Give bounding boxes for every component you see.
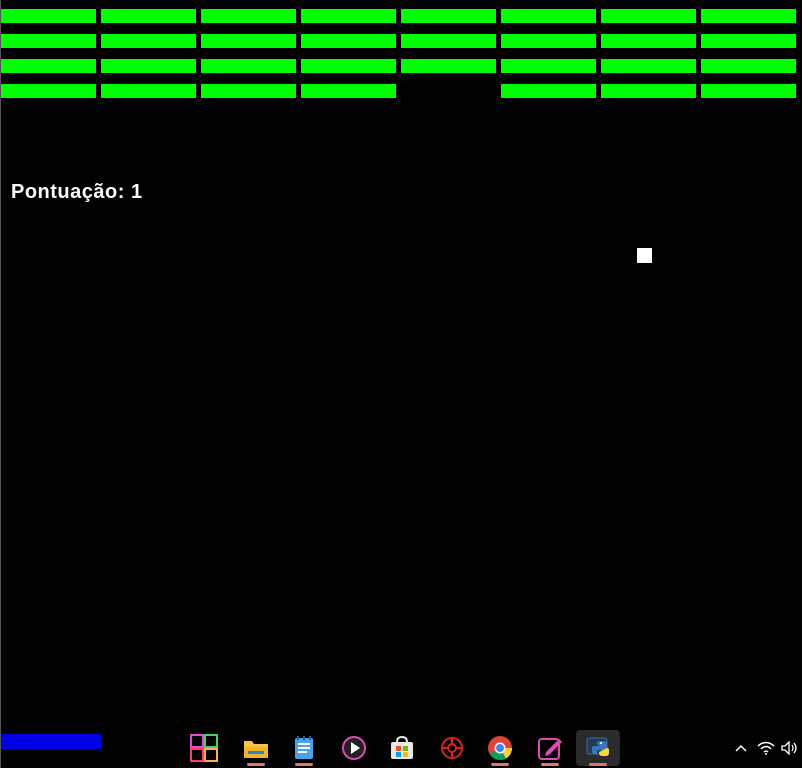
brick bbox=[401, 59, 496, 73]
brick bbox=[201, 84, 296, 98]
score-label: Pontuação: 1 bbox=[11, 181, 143, 203]
brick bbox=[401, 34, 496, 48]
brick bbox=[201, 34, 296, 48]
window-left-border bbox=[0, 0, 1, 768]
editor-icon[interactable] bbox=[528, 730, 572, 766]
taskbar bbox=[0, 728, 802, 768]
brick bbox=[201, 59, 296, 73]
media-player-icon[interactable] bbox=[332, 730, 376, 766]
brick bbox=[101, 59, 196, 73]
brick bbox=[701, 34, 796, 48]
brick bbox=[601, 34, 696, 48]
brick bbox=[1, 34, 96, 48]
brick bbox=[501, 34, 596, 48]
file-explorer-icon[interactable] bbox=[234, 730, 278, 766]
brick bbox=[301, 59, 396, 73]
brick bbox=[501, 84, 596, 98]
chevron-up-icon[interactable] bbox=[734, 738, 748, 758]
brick bbox=[1, 84, 96, 98]
brick bbox=[601, 59, 696, 73]
brick bbox=[101, 34, 196, 48]
volume-icon[interactable] bbox=[780, 738, 800, 758]
game-canvas[interactable]: Pontuação: 1 bbox=[0, 0, 802, 768]
brick bbox=[701, 84, 796, 98]
ball bbox=[637, 248, 652, 263]
brick bbox=[701, 59, 796, 73]
brick bbox=[101, 84, 196, 98]
brick bbox=[1, 59, 96, 73]
brick bbox=[301, 84, 396, 98]
brick bbox=[501, 9, 596, 23]
brick bbox=[301, 9, 396, 23]
wifi-icon[interactable] bbox=[756, 738, 776, 758]
brick bbox=[701, 9, 796, 23]
python-icon[interactable] bbox=[576, 730, 620, 766]
brick bbox=[501, 59, 596, 73]
brick bbox=[601, 84, 696, 98]
brick bbox=[201, 9, 296, 23]
chrome-icon[interactable] bbox=[478, 730, 522, 766]
brick bbox=[1, 9, 96, 23]
brick bbox=[101, 9, 196, 23]
brick bbox=[401, 9, 496, 23]
brick bbox=[301, 34, 396, 48]
widgets-icon[interactable] bbox=[182, 730, 226, 766]
security-icon[interactable] bbox=[430, 730, 474, 766]
store-icon[interactable] bbox=[380, 730, 424, 766]
brick bbox=[601, 9, 696, 23]
notepad-icon[interactable] bbox=[282, 730, 326, 766]
